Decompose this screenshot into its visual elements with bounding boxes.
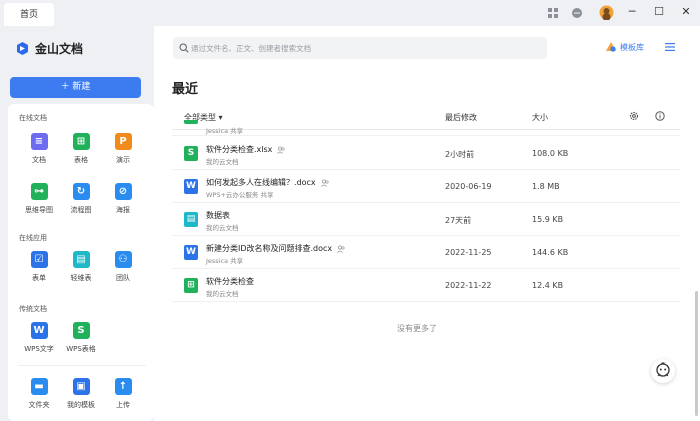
maximize-icon[interactable]: ☐ (647, 3, 671, 21)
create-form[interactable]: ☑ 表单 (19, 251, 59, 283)
scrollbar[interactable] (695, 291, 698, 416)
create-slides[interactable]: P 演示 (103, 133, 143, 165)
mindmap-icon: ⊶ (30, 183, 48, 200)
file-modified: 2022-11-25 (445, 248, 492, 257)
file-modified: 27天前 (445, 216, 472, 225)
file-size: 1.8 MB (532, 182, 560, 191)
file-location: 我的云文档 (206, 290, 239, 298)
app-logo: 金山文档 (15, 40, 83, 57)
create-doc[interactable]: ≡ 文档 (19, 133, 59, 165)
file-location: Jessica 共享 (206, 257, 244, 265)
app-name: 金山文档 (35, 42, 84, 56)
wps-writer-file-icon: W (184, 179, 198, 194)
shared-icon (337, 244, 345, 253)
file-name[interactable]: 如何发起多人在线编辑？.docx (206, 177, 329, 188)
page-title: 最近 (172, 82, 199, 97)
folder-icon: ▬ (30, 378, 48, 395)
table-row[interactable]: W 如何发起多人在线编辑？.docx WPS+云办公服务 共享 2020-06-… (172, 170, 680, 203)
section-title-online-docs: 在线文档 (19, 114, 47, 122)
section-title-traditional-docs: 传统文档 (19, 305, 47, 313)
wps-writer-icon: W (30, 322, 48, 339)
file-modified: 2022-11-22 (445, 281, 492, 290)
template-icon: ▣ (72, 378, 90, 395)
file-size: 144.6 KB (532, 248, 569, 257)
table-row[interactable]: Jessica 共享 (172, 120, 680, 136)
table-row[interactable]: W 新建分类ID改名称及问题排查.docx Jessica 共享 2022-11… (172, 236, 680, 269)
file-location: 我的云文档 (206, 224, 239, 232)
avatar[interactable] (599, 5, 614, 20)
shared-icon (320, 178, 329, 187)
file-location: 我的云文档 (206, 158, 239, 166)
template-library-icon (606, 42, 616, 52)
file-size: 12.4 KB (532, 281, 564, 290)
section-title-online-apps: 在线应用 (19, 234, 47, 242)
search-input[interactable] (191, 37, 541, 59)
upload-item[interactable]: ↑ 上传 (103, 378, 143, 410)
file-modified: 2小时前 (445, 150, 475, 159)
file-name[interactable]: 软件分类检查.xlsx (206, 144, 285, 155)
wps-writer-file-icon: W (184, 245, 198, 260)
upload-icon: ↑ (114, 378, 132, 395)
new-button[interactable]: ＋ 新建 (10, 77, 141, 98)
main-content: 模板库 最近 全部类型 ▾ 最后修改 大小 Jessica 共享 S 软件分类检… (154, 26, 700, 421)
wps-sheet-icon: S (72, 322, 90, 339)
create-poster[interactable]: ⊘ 海报 (103, 183, 143, 215)
wps-sheet-file-icon: S (184, 146, 198, 161)
folder-item[interactable]: ▬ 文件夹 (19, 378, 59, 410)
assistant-robot-icon (656, 362, 670, 377)
sheet-file-icon: ⊞ (184, 278, 198, 293)
search-icon (179, 43, 189, 53)
file-size: 15.9 KB (532, 215, 564, 224)
create-wps-writer[interactable]: W WPS文字 (19, 322, 59, 354)
data-table-file-icon: ▤ (184, 212, 198, 227)
file-name[interactable]: 数据表 (206, 210, 230, 221)
tab-home[interactable]: 首页 (4, 3, 54, 26)
no-more-text: 没有更多了 (397, 324, 437, 333)
file-size: 108.0 KB (532, 149, 569, 158)
table-row[interactable]: S 软件分类检查.xlsx 我的云文档 2小时前 108.0 KB (172, 137, 680, 170)
apps-grid-icon[interactable] (546, 6, 560, 20)
sheet-icon: ⊞ (72, 133, 90, 150)
template-library-button[interactable]: 模板库 (605, 41, 644, 53)
create-mindmap[interactable]: ⊶ 思维导图 (19, 183, 59, 215)
title-bar: 首页 ─ ☐ ✕ (0, 0, 700, 26)
divider (18, 365, 146, 366)
create-wps-sheet[interactable]: S WPS表格 (61, 322, 101, 354)
search-box[interactable] (173, 37, 547, 59)
kdocs-logo-icon (17, 42, 28, 55)
team-icon: ⚇ (114, 251, 132, 268)
file-name[interactable]: 软件分类检查 (206, 276, 254, 287)
table-row[interactable]: ⊞ 软件分类检查 我的云文档 2022-11-22 12.4 KB (172, 269, 680, 302)
create-light-table[interactable]: ▤ 轻维表 (61, 251, 101, 283)
light-table-icon: ▤ (72, 251, 90, 268)
create-team[interactable]: ⚇ 团队 (103, 251, 143, 283)
table-row[interactable]: ▤ 数据表 我的云文档 27天前 15.9 KB (172, 203, 680, 236)
create-panel: 在线文档 ≡ 文档 ⊞ 表格 P 演示 ⊶ 思维导图 ↻ 流程图 ⊘ 海报 在线… (8, 104, 154, 421)
my-templates-item[interactable]: ▣ 我的模板 (61, 378, 101, 410)
create-flowchart[interactable]: ↻ 流程图 (61, 183, 101, 215)
minimize-icon[interactable]: ─ (620, 3, 644, 21)
slides-icon: P (114, 133, 132, 150)
close-icon[interactable]: ✕ (674, 3, 698, 21)
form-icon: ☑ (30, 251, 48, 268)
create-sheet[interactable]: ⊞ 表格 (61, 133, 101, 165)
doc-icon: ≡ (30, 133, 48, 150)
file-location: WPS+云办公服务 共享 (206, 191, 274, 199)
sidebar: 金山文档 ＋ 新建 在线文档 ≡ 文档 ⊞ 表格 P 演示 ⊶ 思维导图 ↻ 流… (0, 26, 154, 421)
shared-icon (277, 145, 285, 154)
file-modified: 2020-06-19 (445, 182, 492, 191)
file-name[interactable]: 新建分类ID改名称及问题排查.docx (206, 243, 345, 254)
menu-icon[interactable] (664, 42, 676, 52)
chat-icon[interactable] (570, 6, 584, 20)
sheet-file-icon (184, 120, 198, 124)
poster-icon: ⊘ (114, 183, 132, 200)
assistant-button[interactable] (651, 359, 675, 383)
flowchart-icon: ↻ (72, 183, 90, 200)
